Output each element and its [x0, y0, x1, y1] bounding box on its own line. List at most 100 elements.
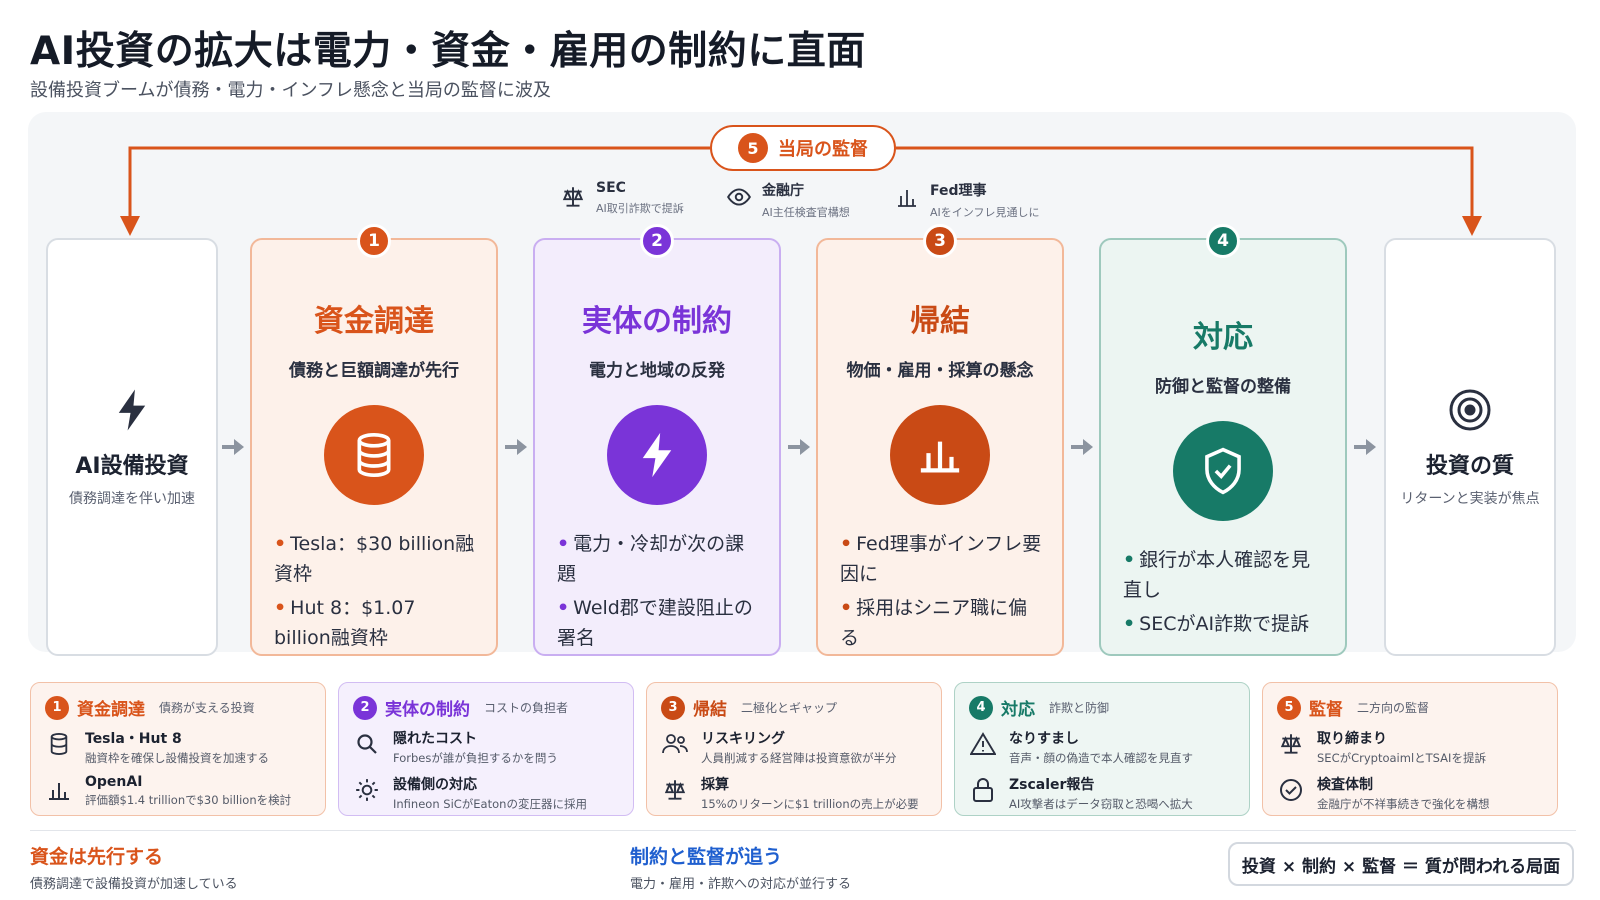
card-title: 対応 [1001, 700, 1035, 720]
start-caption: 債務調達を伴い加速 [69, 491, 195, 507]
scales-icon [558, 182, 588, 212]
bar-chart-icon [890, 405, 990, 505]
stage-bullets: • 銀行が本人確認を見直し • SECがAI詐欺で提訴 [1123, 545, 1327, 639]
page-title: AI投資の拡大は電力・資金・雇用の制約に直面 [30, 29, 866, 74]
card-title: 監督 [1309, 700, 1343, 720]
stage-funding: 1 資金調達 債務と巨額調達が先行 • Tesla：$30 billion融資枠 … [250, 224, 498, 656]
step-badge: 2 [353, 695, 377, 720]
bullet-text: Weld郡で建設阻止の署名 [557, 597, 753, 649]
shield-check-icon [1173, 421, 1273, 521]
row-title: なりすまし [1009, 731, 1079, 747]
start-box: AI設備投資 債務調達を伴い加速 [46, 238, 218, 656]
bullet-text: Hut 8：$1.07 billion融資枠 [274, 597, 416, 649]
regulator-name: Fed理事 [930, 183, 987, 199]
stage-subtitle: 電力と地域の反発 [589, 361, 725, 381]
step-badge: 5 [1277, 695, 1301, 720]
end-box: 投資の質 リターンと実装が焦点 [1384, 238, 1556, 656]
card-title: 資金調達 [77, 700, 145, 720]
bullet-text: 電力・冷却が次の課題 [557, 533, 745, 585]
row-title: 採算 [701, 777, 729, 793]
end-title: 投資の質 [1425, 454, 1514, 479]
stage-consequence: 3 帰結 物価・雇用・採算の懸念 • Fed理事がインフレ要因に • 採用はシニア職… [816, 224, 1064, 656]
row-desc: 金融庁が不祥事続きで強化を構想 [1317, 797, 1490, 811]
card-tag: 二方向の監督 [1357, 701, 1430, 715]
row-title: 検査体制 [1317, 777, 1373, 793]
page-subtitle: 設備投資ブームが債務・電力・インフレ懸念と当局の監督に波及 [30, 80, 551, 101]
target-icon [1448, 388, 1492, 432]
stage-title: 対応 [1193, 320, 1253, 355]
row-title: Tesla・Hut 8 [85, 731, 182, 747]
bullet-text: Tesla：$30 billion融資枠 [274, 533, 475, 585]
footer-left-title: 資金は先行する [30, 846, 164, 868]
list-item: • SECがAI詐欺で提訴 [1123, 613, 1310, 635]
search-icon [353, 730, 381, 758]
stage-subtitle: 物価・雇用・採算の懸念 [846, 361, 1034, 381]
stage-title: 帰結 [910, 304, 970, 339]
step-badge: 3 [661, 695, 685, 720]
regulator-note: AI主任検査官構想 [762, 206, 850, 219]
row-title: リスキリング [701, 731, 785, 747]
row-desc: Infineon SiCがEatonの変圧器に採用 [393, 797, 587, 811]
list-item: • 採用はシニア職に偏る [840, 597, 1028, 649]
card-tag: 詐欺と防御 [1049, 701, 1110, 715]
end-caption: リターンと実装が焦点 [1400, 491, 1540, 507]
stage-constraints: 2 実体の制約 電力と地域の反発 • 電力・冷却が次の課題 • Weld郡で建設阻止… [533, 224, 781, 656]
stage-subtitle: 防御と監督の整備 [1155, 377, 1291, 397]
scales-icon [661, 776, 689, 804]
row-title: OpenAI [85, 774, 143, 790]
stage-response: 4 対応 防御と監督の整備 • 銀行が本人確認を見直し • SECがAI詐欺で提訴 [1099, 224, 1347, 656]
step-badge: 3 [923, 224, 957, 258]
summary-card-funding: 1 資金調達 債務が支える投資 Tesla・Hut 8 融資枠を確保し設備投資を加… [30, 682, 326, 816]
step-badge: 4 [969, 695, 993, 720]
card-tag: 二極化とギャップ [741, 701, 838, 715]
footer-mid-caption: 電力・雇用・詐欺への対応が並行する [630, 877, 852, 892]
stage-bullets: • 電力・冷却が次の課題 • Weld郡で建設阻止の署名 [557, 529, 761, 653]
sun-icon [353, 776, 381, 804]
stage-title: 資金調達 [314, 304, 434, 339]
step-badge: 4 [1206, 224, 1240, 258]
stage-bullets: • Tesla：$30 billion融資枠 • Hut 8：$1.07 billi… [274, 529, 478, 653]
card-tag: 債務が支える投資 [159, 701, 255, 715]
step-badge: 1 [45, 695, 69, 720]
summary-card-consequence: 3 帰結 二極化とギャップ リスキリング 人員削減する経営陣は投資意欲が半分 採算… [646, 682, 942, 816]
row-desc: 人員削減する経営陣は投資意欲が半分 [701, 751, 897, 765]
row-desc: Forbesが誰が負担するかを問う [393, 751, 558, 765]
lightning-icon [110, 388, 154, 432]
card-title: 実体の制約 [385, 700, 470, 720]
check-circle-icon [1277, 776, 1305, 804]
regulator-note: AIをインフレ見通しに [930, 206, 1040, 219]
warning-icon [969, 730, 997, 758]
stage-bullets: • Fed理事がインフレ要因に • 採用はシニア職に偏る [840, 529, 1044, 653]
row-title: 設備側の対応 [393, 777, 477, 793]
bullet-text: SECがAI詐欺で提訴 [1139, 613, 1310, 635]
row-desc: 評価額$1.4 trillionで$30 billionを検討 [85, 793, 292, 807]
regulator-name: 金融庁 [762, 183, 804, 199]
row-title: 隠れたコスト [393, 731, 477, 747]
list-item: • Tesla：$30 billion融資枠 [274, 533, 475, 585]
oversight-label: 当局の監督 [778, 139, 868, 160]
footer-left: 資金は先行する 債務調達で設備投資が加速している [30, 842, 238, 892]
database-icon [45, 730, 73, 758]
start-title: AI設備投資 [75, 454, 189, 479]
step-badge: 1 [357, 224, 391, 258]
row-title: 取り締まり [1317, 731, 1387, 747]
row-desc: AI攻撃者はデータ窃取と恐喝へ拡大 [1009, 797, 1193, 811]
list-item: • 銀行が本人確認を見直し [1123, 549, 1311, 601]
list-item: • 電力・冷却が次の課題 [557, 533, 745, 585]
regulator-name: SEC [596, 180, 626, 196]
bullet-text: 銀行が本人確認を見直し [1123, 549, 1311, 601]
bar-chart-icon [892, 182, 922, 212]
list-item: • Hut 8：$1.07 billion融資枠 [274, 597, 416, 649]
row-desc: 15%のリターンに$1 trillionの売上が必要 [701, 797, 919, 811]
list-item: • Weld郡で建設阻止の署名 [557, 597, 753, 649]
footer-middle: 制約と監督が追う 電力・雇用・詐欺への対応が並行する [630, 842, 851, 892]
footer-divider [30, 830, 1576, 831]
stage-title: 実体の制約 [582, 304, 732, 339]
regulator-sec: SEC AI取引詐欺で提訴 [558, 180, 684, 216]
row-title: Zscaler報告 [1009, 777, 1095, 793]
summary-card-oversight: 5 監督 二方向の監督 取り締まり SECがCryptoaimlとTSAIを提訴 … [1262, 682, 1558, 816]
bullet-text: Fed理事がインフレ要因に [840, 533, 1042, 585]
people-icon [661, 730, 689, 758]
stage-subtitle: 債務と巨額調達が先行 [289, 361, 459, 381]
footer-mid-title: 制約と監督が追う [630, 846, 783, 868]
